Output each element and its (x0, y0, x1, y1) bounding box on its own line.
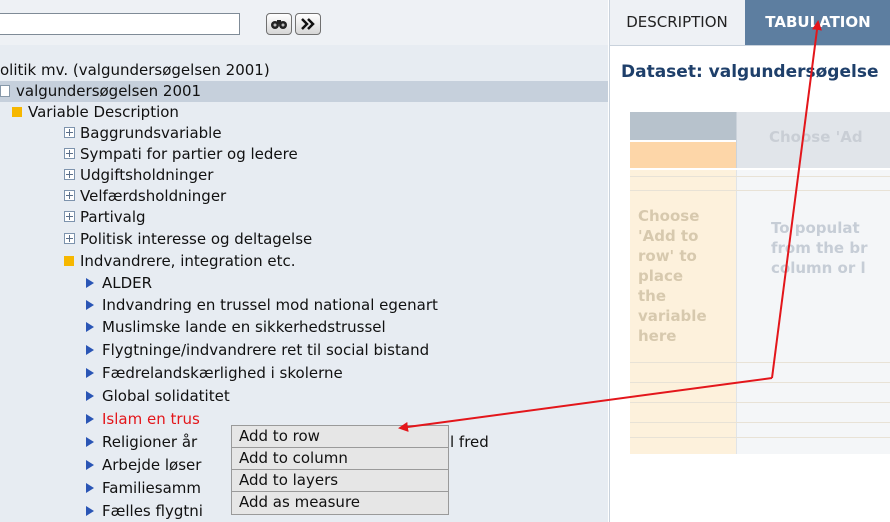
expand-icon (64, 190, 75, 201)
variable-icon (86, 505, 94, 516)
tree-root[interactable]: olitik mv. (valgundersøgelsen 2001) (0, 60, 270, 81)
tree-group[interactable]: Sympati for partier og ledere (64, 144, 298, 165)
tab-tabulation[interactable]: TABULATION (745, 0, 890, 45)
tree-variable[interactable]: Fædrelandskærlighed i skolerne (86, 363, 343, 384)
tree-group-label: Partivalg (80, 208, 146, 226)
tree-variable-label: Familiesamm (102, 479, 202, 497)
grid-line (630, 176, 890, 177)
tree-variable[interactable]: Global solidatitet (86, 386, 230, 407)
grid-corner (630, 112, 736, 140)
tree-section-label: Variable Description (28, 103, 179, 121)
tree-group[interactable]: Baggrundsvariable (64, 123, 222, 144)
tree-variable-label: Indvandring en trussel mod national egen… (102, 296, 438, 314)
variable-icon (86, 482, 94, 493)
variable-icon (86, 321, 94, 332)
menu-add-as-measure[interactable]: Add as measure (232, 492, 448, 514)
tree-variable-label: Muslimske lande en sikkerhedstrussel (102, 318, 386, 336)
tree-variable-label: Fælles flygtni (102, 502, 203, 520)
tree-variable-tail-label: l fred (450, 433, 489, 451)
variable-icon (86, 459, 94, 470)
search-input[interactable] (0, 13, 240, 35)
row-drop-zone[interactable]: Choose 'Add to row' to place the variabl… (630, 170, 736, 454)
binoculars-icon (270, 15, 288, 34)
tree-dataset-label: valgundersøgelsen 2001 (16, 82, 202, 100)
grid-line (630, 402, 890, 403)
menu-add-to-row[interactable]: Add to row (232, 426, 448, 448)
grid-line (630, 422, 890, 423)
tree-section[interactable]: Variable Description (12, 102, 179, 123)
expand-icon (64, 233, 75, 244)
row-placeholder: Choose 'Add to row' to place the variabl… (638, 207, 707, 345)
tree-group-label: Velfærdsholdninger (80, 187, 227, 205)
tree-variable-label: Arbejde løser (102, 456, 202, 474)
tree-variable[interactable]: Flygtninge/indvandrere ret til social bi… (86, 340, 429, 361)
folder-open-icon (12, 106, 22, 117)
double-chevron-right-icon (300, 15, 316, 34)
column-placeholder: Choose 'Ad (769, 128, 863, 146)
tree-variable[interactable]: ALDER (86, 273, 152, 294)
tab-bar: DESCRIPTION TABULATION (610, 0, 890, 46)
tree-group-label: Baggrundsvariable (80, 124, 222, 142)
variable-icon (86, 413, 94, 424)
tree-variable-label: ALDER (102, 274, 153, 292)
body-placeholder: To populat from the br column or l (771, 219, 868, 277)
context-menu: Add to row Add to column Add to layers A… (231, 425, 449, 515)
expand-icon (64, 211, 75, 222)
tree-variable-label: Religioner år (102, 433, 198, 451)
tree-group[interactable]: Velfærdsholdninger (64, 186, 226, 207)
tree-group-label: Indvandrere, integration etc. (80, 252, 296, 270)
tabulation-panel: DESCRIPTION TABULATION Dataset: valgunde… (609, 0, 890, 522)
tree-group[interactable]: Politisk interesse og deltagelse (64, 229, 312, 250)
variable-icon (86, 299, 94, 310)
variable-icon (86, 277, 94, 288)
column-drop-zone[interactable]: Choose 'Ad (736, 112, 890, 168)
tree-variable-label: Fædrelandskærlighed i skolerne (102, 364, 343, 382)
grid-body: To populat from the br column or l (736, 170, 890, 454)
expand-icon (64, 127, 75, 138)
tree-variable-label: Flygtninge/indvandrere ret til social bi… (102, 341, 430, 359)
find-button[interactable] (266, 13, 292, 35)
variable-icon (86, 436, 94, 447)
variable-icon (86, 390, 94, 401)
tree-variable-label: Islam en trus (102, 410, 200, 428)
tree-variable[interactable]: Fælles flygtni (86, 501, 203, 522)
find-next-button[interactable] (295, 13, 321, 35)
tree-variable-active[interactable]: Islam en trus (86, 409, 200, 430)
folder-open-icon (64, 255, 74, 266)
search-toolbar (0, 0, 608, 46)
tree-variable-tail: l fred (450, 432, 489, 453)
variable-icon (86, 367, 94, 378)
grid-line (630, 190, 890, 191)
tab-description[interactable]: DESCRIPTION (610, 0, 744, 45)
variable-icon (86, 344, 94, 355)
tree-group-open[interactable]: Indvandrere, integration etc. (64, 251, 296, 272)
tree-group-label: Politisk interesse og deltagelse (80, 230, 313, 248)
tree-variable[interactable]: Religioner år (86, 432, 197, 453)
tree-variable[interactable]: Familiesamm (86, 478, 201, 499)
grid-line (630, 382, 890, 383)
dataset-title: Dataset: valgundersøgelse (621, 62, 879, 82)
tree-group-label: Sympati for partier og ledere (80, 145, 298, 163)
tree-group[interactable]: Partivalg (64, 207, 146, 228)
tree-dataset[interactable]: valgundersøgelsen 2001 (0, 81, 608, 102)
expand-icon (64, 148, 75, 159)
menu-add-to-layers[interactable]: Add to layers (232, 470, 448, 492)
expand-icon (64, 169, 75, 180)
tree-group[interactable]: Udgiftsholdninger (64, 165, 213, 186)
tree-group-label: Udgiftsholdninger (80, 166, 214, 184)
layer-drop-zone[interactable] (630, 142, 736, 168)
tree-root-label: olitik mv. (valgundersøgelsen 2001) (0, 61, 270, 79)
menu-add-to-column[interactable]: Add to column (232, 448, 448, 470)
grid-line (630, 437, 890, 438)
tree-variable-label: Global solidatitet (102, 387, 230, 405)
tree-variable[interactable]: Muslimske lande en sikkerhedstrussel (86, 317, 386, 338)
tabulation-grid: Choose 'Ad Choose 'Add to row' to place … (630, 112, 890, 454)
tree-variable[interactable]: Arbejde løser (86, 455, 201, 476)
dataset-icon (0, 84, 10, 97)
tree-variable[interactable]: Indvandring en trussel mod national egen… (86, 295, 438, 316)
grid-line (630, 362, 890, 363)
